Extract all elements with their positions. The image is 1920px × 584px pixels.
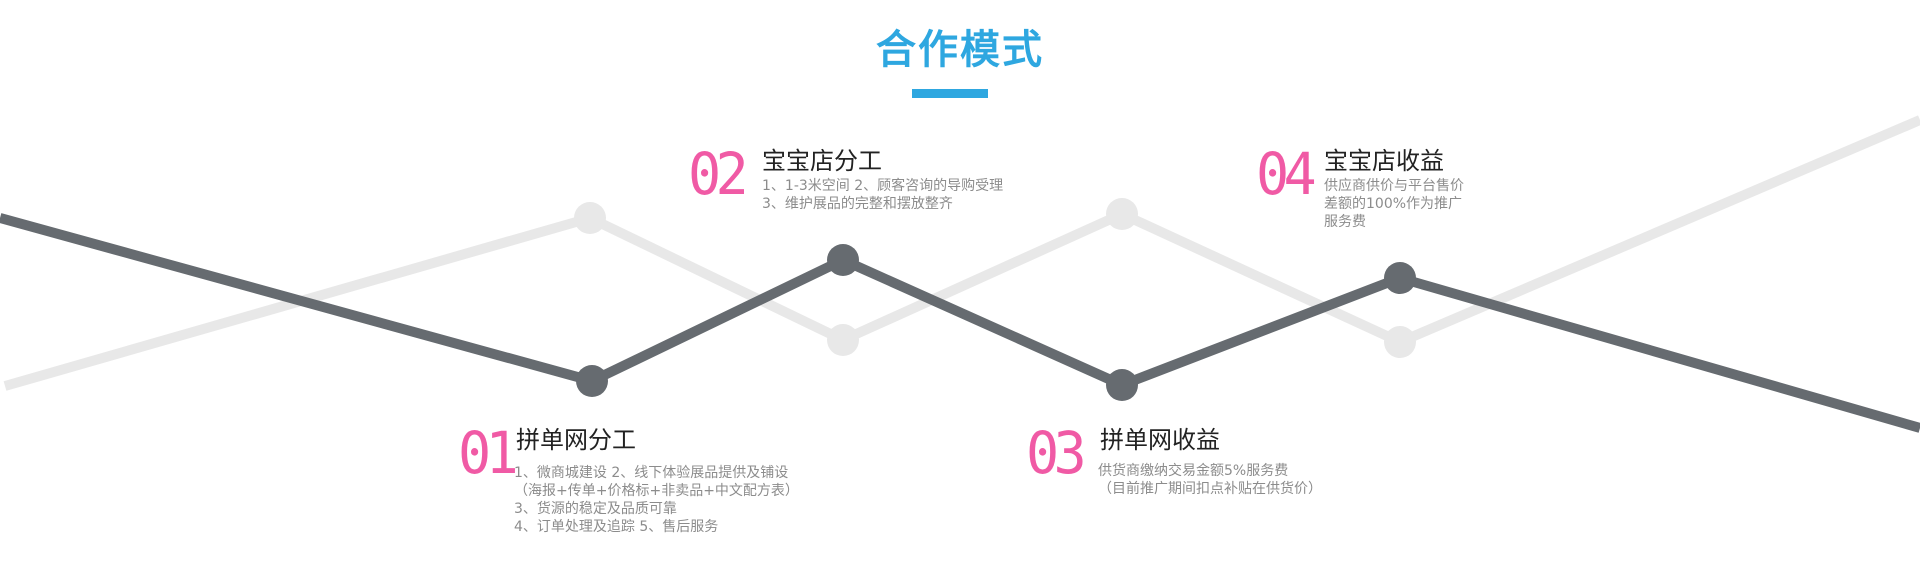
step-02-node (827, 244, 859, 276)
step-01-line: （海报+传单+价格标+非卖品+中文配方表） (514, 483, 799, 499)
step-04-number: 04 (1256, 140, 1317, 208)
step-01-title: 拼单网分工 (516, 426, 636, 454)
step-02-line: 1、1-3米空间 2、顾客咨询的导购受理 (762, 178, 1004, 194)
main-zigzag-line (0, 213, 1920, 433)
step-04-line: 差额的100%作为推广 (1324, 196, 1463, 212)
step-02-line: 3、维护展品的完整和摆放整齐 (762, 196, 953, 212)
step-01-node (576, 365, 608, 397)
title-underline (912, 89, 988, 98)
step-03-node (1106, 369, 1138, 401)
step-03-line: 供货商缴纳交易金额5%服务费 (1098, 463, 1289, 479)
step-03-description: 供货商缴纳交易金额5%服务费 （目前推广期间扣点补贴在供货价） (1098, 462, 1322, 498)
step-03-line: （目前推广期间扣点补贴在供货价） (1098, 481, 1322, 497)
page-title: 合作模式 (876, 27, 1044, 73)
step-02-description: 1、1-3米空间 2、顾客咨询的导购受理 3、维护展品的完整和摆放整齐 (762, 177, 1003, 213)
step-04-line: 服务费 (1324, 214, 1366, 230)
step-02-number: 02 (688, 140, 749, 208)
step-04-line: 供应商供价与平台售价 (1324, 178, 1464, 194)
step-01-description: 1、微商城建设 2、线下体验展品提供及铺设 （海报+传单+价格标+非卖品+中文配… (514, 464, 799, 536)
background-node (574, 202, 606, 234)
step-01-number: 01 (458, 419, 519, 487)
step-01-line: 1、微商城建设 2、线下体验展品提供及铺设 (514, 465, 789, 481)
background-node (827, 324, 859, 356)
step-04-description: 供应商供价与平台售价 差额的100%作为推广 服务费 (1324, 177, 1464, 231)
step-01-line: 4、订单处理及追踪 5、售后服务 (514, 519, 719, 535)
background-node (1384, 326, 1416, 358)
step-03-number: 03 (1026, 419, 1087, 487)
step-02-title: 宝宝店分工 (762, 147, 882, 175)
step-04-node (1384, 262, 1416, 294)
zigzag-lines (0, 115, 1920, 433)
step-04-title: 宝宝店收益 (1324, 147, 1444, 175)
step-01-line: 3、货源的稳定及品质可靠 (514, 501, 677, 517)
background-node (1106, 198, 1138, 230)
step-03-title: 拼单网收益 (1100, 426, 1220, 454)
